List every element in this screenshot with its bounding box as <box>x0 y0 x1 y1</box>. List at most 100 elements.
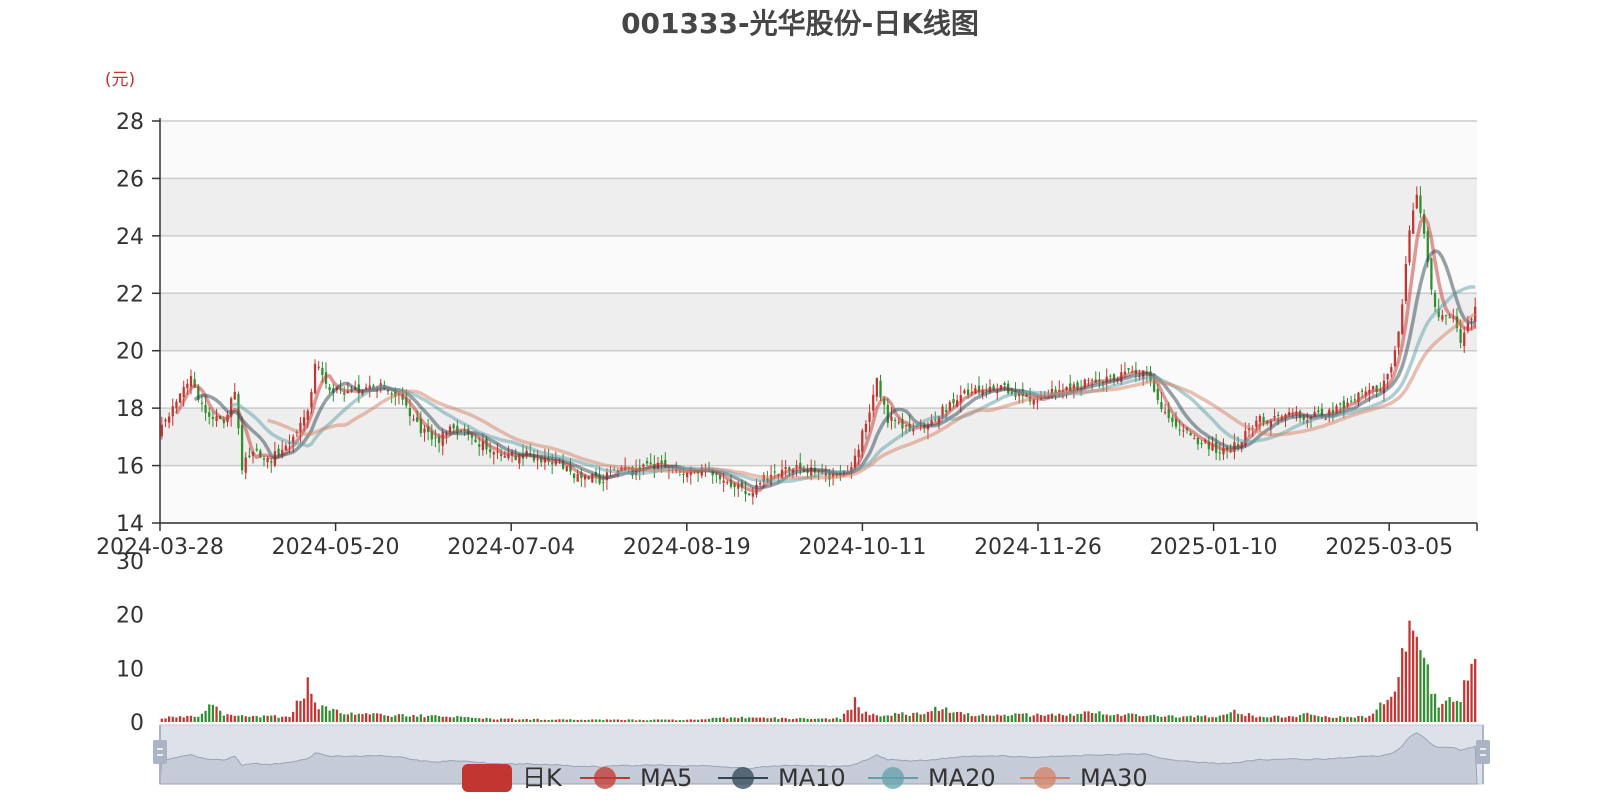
volume-bar <box>1200 716 1203 722</box>
volume-bar <box>1007 715 1010 722</box>
legend-candle-icon <box>462 764 512 792</box>
volume-bar <box>689 719 692 722</box>
volume-bar <box>1142 716 1145 722</box>
volume-bar <box>1459 702 1462 722</box>
volume-bar <box>842 713 846 722</box>
volume-bar <box>328 710 331 722</box>
volume-bar <box>266 715 269 722</box>
volume-bar <box>711 717 714 722</box>
volume-y-axis: 0 10 20 30 <box>116 550 144 736</box>
volume-bar <box>1229 712 1232 722</box>
volume-bar <box>518 719 521 722</box>
volume-bar <box>445 716 448 722</box>
candle-body <box>1003 383 1006 386</box>
candle-body <box>302 417 306 426</box>
volume-bar <box>364 713 368 722</box>
volume-bar <box>744 718 747 722</box>
data-zoom-handle-grip[interactable] <box>1476 740 1490 764</box>
volume-bar <box>262 715 266 722</box>
volume-bar <box>583 720 587 722</box>
volume-bar <box>430 715 433 722</box>
volume-bar <box>474 718 477 722</box>
candle-body <box>186 383 189 389</box>
volume-bar <box>569 719 572 722</box>
volume-bar <box>861 713 864 722</box>
volume-bar <box>332 708 335 722</box>
volume-bar <box>222 715 225 722</box>
volume-bar <box>1109 715 1112 722</box>
volume-bar <box>507 718 510 722</box>
volume-bar <box>350 712 353 722</box>
volume-y-tick-label: 30 <box>116 550 144 575</box>
volume-bar <box>1306 712 1309 722</box>
volume-bar <box>959 712 962 722</box>
volume-bar <box>868 715 871 722</box>
volume-bar <box>1018 713 1021 722</box>
volume-bar <box>416 716 419 722</box>
volume-bar <box>810 719 813 722</box>
volume-bar <box>755 717 758 722</box>
volume-bar <box>1262 717 1265 722</box>
volume-bar <box>1105 714 1108 722</box>
legend-marker-icon <box>882 767 904 789</box>
volume-bar <box>587 719 590 722</box>
volume-bar <box>251 715 255 722</box>
volume-bar <box>722 717 725 722</box>
volume-bar <box>452 717 455 722</box>
volume-bar <box>284 716 287 722</box>
volume-bar <box>1331 717 1335 722</box>
volume-bar <box>988 715 992 722</box>
candle-body <box>215 416 218 421</box>
candle-body <box>233 391 236 400</box>
candle-body <box>189 376 193 387</box>
volume-bar <box>762 717 765 722</box>
candle-body <box>175 401 178 409</box>
volume-bar <box>883 715 886 722</box>
volume-bar <box>780 717 784 722</box>
volume-bar <box>901 712 904 722</box>
candle-body <box>171 406 174 417</box>
candle-body <box>963 390 966 394</box>
volume-bar <box>605 719 609 722</box>
volume-bar <box>1433 693 1437 722</box>
candle-body <box>240 424 244 471</box>
volume-bar <box>966 713 970 722</box>
candle-body <box>758 482 762 485</box>
volume-bar <box>850 709 853 722</box>
volume-bar <box>215 706 218 722</box>
chart-title: 001333-光华股份-日K线图 <box>621 7 979 40</box>
candle-body <box>1255 420 1258 427</box>
volume-bar <box>292 711 295 722</box>
volume-bar <box>748 717 751 722</box>
volume-series <box>160 620 1477 722</box>
volume-bar <box>1240 714 1243 722</box>
volume-bar <box>481 718 484 722</box>
candle-body <box>565 466 568 471</box>
volume-bar <box>1455 700 1459 722</box>
candle-body <box>1448 317 1451 319</box>
candle-body <box>1109 375 1112 377</box>
data-zoom-handle-grip[interactable] <box>153 740 167 764</box>
volume-bar <box>1368 715 1371 722</box>
volume-bar <box>164 718 167 722</box>
candle-body <box>489 449 492 453</box>
candle-body <box>474 439 477 442</box>
volume-bar <box>813 718 816 722</box>
candle-body <box>1350 400 1353 402</box>
volume-bar <box>1390 696 1393 722</box>
volume-bar <box>394 715 397 722</box>
volume-bar <box>448 717 452 722</box>
volume-bar <box>1247 713 1251 722</box>
volume-bar <box>361 714 364 722</box>
price-y-tick-label: 26 <box>116 167 144 192</box>
volume-bar <box>514 719 517 722</box>
volume-bar <box>1218 715 1221 722</box>
volume-bar <box>1401 648 1404 722</box>
volume-bar <box>313 702 317 722</box>
volume-bar <box>317 709 320 722</box>
price-y-tick-label: 24 <box>116 225 144 250</box>
volume-bar <box>649 719 652 722</box>
volume-bar <box>919 714 922 722</box>
volume-bar <box>930 711 933 722</box>
volume-bar <box>1076 713 1079 722</box>
